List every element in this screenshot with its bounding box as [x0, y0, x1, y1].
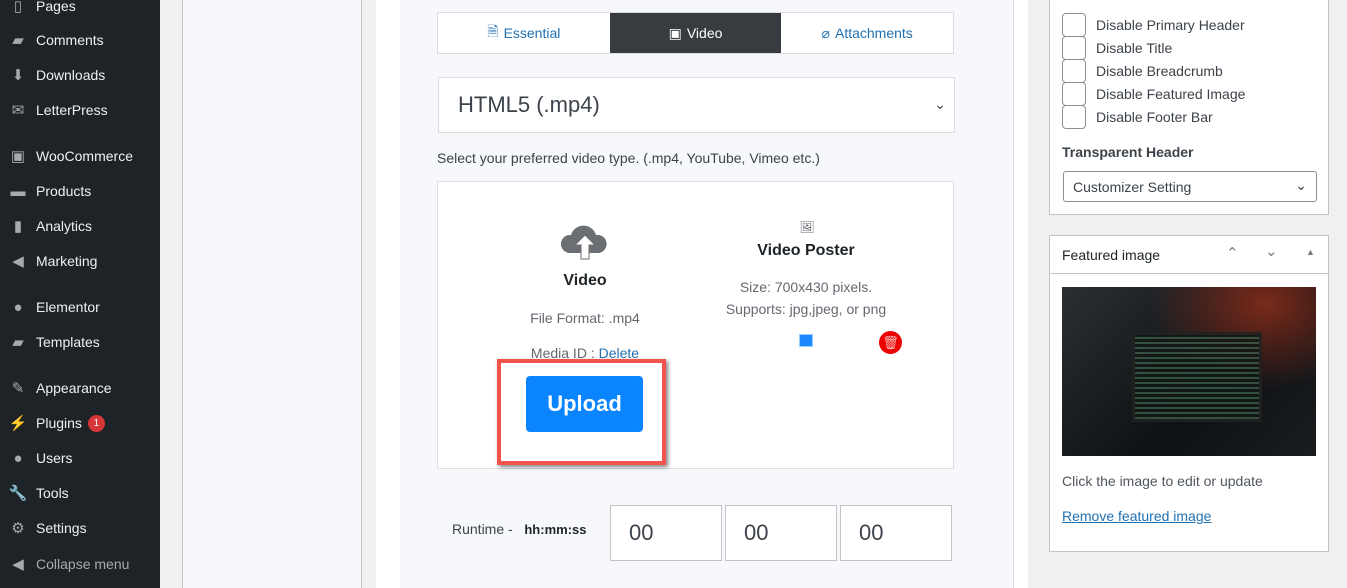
paperclip-icon: ⌀: [821, 24, 830, 41]
settings-icon: ⚙: [11, 520, 25, 537]
tab-video[interactable]: ▣ Video: [609, 13, 782, 53]
move-up-icon[interactable]: ⌃: [1226, 244, 1239, 262]
runtime-minutes-input[interactable]: 00: [725, 505, 837, 561]
sidebar-item-elementor[interactable]: ● Elementor: [0, 290, 160, 324]
document-icon: 🗎: [487, 23, 499, 39]
move-down-icon[interactable]: ⌄: [1265, 242, 1278, 260]
video-type-hint: Select your preferred video type. (.mp4,…: [437, 150, 820, 166]
remove-featured-image-link[interactable]: Remove featured image: [1062, 508, 1211, 524]
video-title: Video: [563, 272, 607, 289]
megaphone-icon: ◀: [12, 253, 24, 270]
select-image-icon[interactable]: [799, 334, 813, 347]
sidebar-item-label: Products: [36, 183, 92, 199]
downloads-icon: ⬇: [11, 67, 25, 84]
poster-size: Size: 700x430 pixels.: [739, 279, 873, 295]
sidebar-item-label: Settings: [36, 520, 87, 536]
image-placeholder-icon: 🖼: [799, 220, 815, 234]
checkbox-disable-featured-image[interactable]: [1062, 82, 1086, 106]
sidebar-item-label: Users: [36, 450, 73, 466]
poster-supports: Supports: jpg,jpeg, or png: [725, 301, 887, 317]
sidebar-item-downloads[interactable]: ⬇ Downloads: [0, 58, 160, 92]
sidebar-item-label: Analytics: [36, 218, 93, 234]
woocommerce-icon: ▣: [10, 148, 26, 165]
checkbox-disable-primary-header[interactable]: [1062, 13, 1086, 37]
transparent-header-select[interactable]: Customizer Setting ⌄: [1063, 171, 1317, 202]
checkbox-label: Disable Primary Header: [1096, 17, 1245, 33]
checkbox-disable-breadcrumb[interactable]: [1062, 59, 1086, 83]
analytics-icon: ▮: [13, 218, 23, 235]
checkbox-disable-title[interactable]: [1062, 36, 1086, 60]
featured-edit-hint: Click the image to edit or update: [1062, 473, 1263, 489]
sidebar-item-collapse-menu[interactable]: ◀ Collapse menu: [0, 547, 160, 581]
sidebar-item-label: Appearance: [36, 380, 112, 396]
sidebar-item-label: Templates: [36, 334, 100, 350]
sidebar-item-label: LetterPress: [36, 102, 108, 118]
transparent-header-label: Transparent Header: [1062, 144, 1194, 160]
elementor-icon: ●: [13, 298, 23, 316]
runtime-label: Runtime - hh:mm:ss: [452, 521, 587, 537]
featured-image[interactable]: [1062, 287, 1316, 456]
sidebar-item-appearance[interactable]: ✎ Appearance: [0, 371, 160, 405]
checkbox-label: Disable Title: [1096, 40, 1173, 56]
poster-title: Video Poster: [757, 242, 855, 259]
checkbox-label: Disable Footer Bar: [1096, 109, 1213, 125]
wrench-icon: 🔧: [8, 485, 28, 502]
sidebar-item-label: Plugins: [36, 415, 82, 431]
featured-image-header: Featured image ⌃ ⌄ ▲: [1050, 236, 1328, 274]
sidebar-item-label: Pages: [36, 0, 76, 14]
pages-icon: ▯: [13, 0, 23, 15]
checkbox-label: Disable Featured Image: [1096, 86, 1246, 102]
sidebar-item-settings[interactable]: ⚙ Settings: [0, 511, 160, 545]
plugin-icon: ⚡: [8, 415, 28, 432]
toggle-panel-icon[interactable]: ▲: [1306, 247, 1315, 257]
sidebar-item-products[interactable]: ▬ Products: [0, 174, 160, 208]
sidebar-item-letterpress[interactable]: ✉ LetterPress: [0, 93, 160, 127]
brush-icon: ✎: [11, 380, 25, 397]
checkbox-disable-footer-bar[interactable]: [1062, 105, 1086, 129]
collapse-icon: ◀: [12, 556, 24, 573]
trash-icon[interactable]: 🗑: [879, 331, 902, 354]
runtime-seconds-input[interactable]: 00: [840, 505, 952, 561]
sidebar-item-pages[interactable]: ▯ Pages: [0, 0, 160, 23]
cloud-upload-icon: [560, 225, 607, 260]
sidebar-item-label: Comments: [36, 32, 104, 48]
sidebar-item-comments[interactable]: ▰ Comments: [0, 23, 160, 57]
checkbox-label: Disable Breadcrumb: [1096, 63, 1223, 79]
sidebar-item-tools[interactable]: 🔧 Tools: [0, 476, 160, 510]
envelope-icon: ✉: [11, 102, 25, 119]
sidebar-item-label: WooCommerce: [36, 148, 133, 164]
update-count-badge: 1: [87, 414, 105, 432]
runtime-hours-input[interactable]: 00: [610, 505, 722, 561]
highlight-box: [497, 359, 666, 465]
user-icon: ●: [13, 449, 23, 467]
chevron-down-icon: ⌄: [934, 96, 946, 112]
sidebar-item-label: Tools: [36, 485, 69, 501]
sidebar-item-woocommerce[interactable]: ▣ WooCommerce: [0, 139, 160, 173]
sidebar-item-plugins[interactable]: ⚡ Plugins 1: [0, 406, 160, 440]
sidebar-item-label: Marketing: [36, 253, 98, 269]
products-icon: ▬: [10, 182, 26, 200]
chevron-down-icon: ⌄: [1295, 177, 1307, 193]
sidebar-item-label: Collapse menu: [36, 556, 130, 572]
video-type-select[interactable]: HTML5 (.mp4) ⌄: [438, 77, 955, 133]
comments-icon: ▰: [12, 32, 24, 49]
sidebar-item-label: Elementor: [36, 299, 100, 315]
left-panel: [182, 0, 362, 588]
tabs: 🗎 Essential ▣ Video ⌀ Attachments: [437, 12, 954, 54]
folder-icon: ▰: [12, 334, 24, 351]
sidebar-item-templates[interactable]: ▰ Templates: [0, 325, 160, 359]
sidebar-item-marketing[interactable]: ◀ Marketing: [0, 244, 160, 278]
film-icon: ▣: [668, 24, 682, 41]
admin-sidebar: ▯ Pages ▰ Comments ⬇ Downloads ✉ LetterPress ▣ Wo…: [0, 0, 160, 588]
sidebar-item-label: Downloads: [36, 67, 106, 83]
tab-essential[interactable]: 🗎 Essential: [438, 13, 610, 53]
file-format: File Format: .mp4: [530, 310, 640, 326]
sidebar-item-analytics[interactable]: ▮ Analytics: [0, 209, 160, 243]
tab-attachments[interactable]: ⌀ Attachments: [781, 13, 953, 53]
sidebar-item-users[interactable]: ● Users: [0, 441, 160, 475]
